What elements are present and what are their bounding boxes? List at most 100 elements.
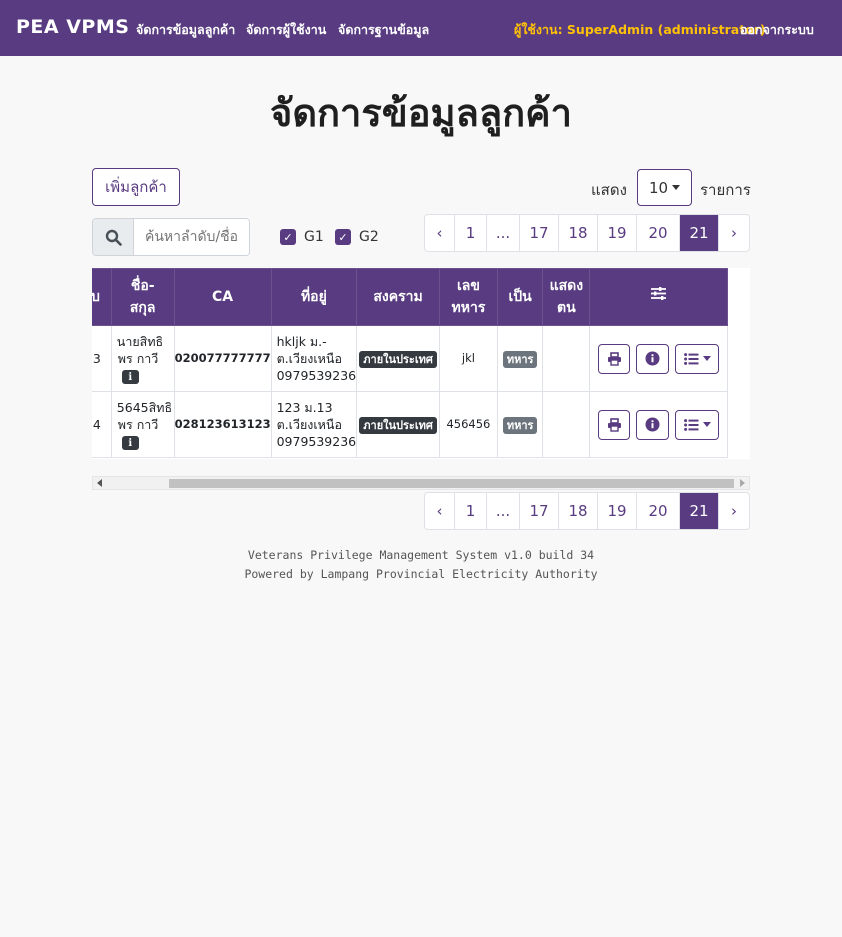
cell-war: ภายในประเทศ <box>356 391 440 458</box>
print-button[interactable] <box>598 409 631 440</box>
col-header-soldier-no: เลข ทหาร <box>438 268 498 326</box>
table-row[interactable]: 13 นายสิทธิ พร กาวี i 020077777777 hkljk… <box>92 325 728 392</box>
printer-icon <box>607 417 621 432</box>
cell-no: 14 <box>92 391 112 458</box>
search-icon <box>93 219 134 255</box>
cell-ca: 020077777777 <box>173 325 272 392</box>
filter-g2-label: G2 <box>359 229 379 245</box>
footer-version: Veterans Privilege Management System v1.… <box>247 548 595 562</box>
col-header-address: ที่อยู่ <box>270 268 358 326</box>
brand-logo[interactable]: PEA VPMS <box>16 16 129 38</box>
add-customer-button[interactable]: เพิ่มลูกค้า <box>92 168 180 206</box>
type-badge: ทหาร <box>502 416 538 434</box>
caret-down-icon <box>672 185 681 190</box>
nav-link-database[interactable]: จัดการฐานข้อมูล <box>338 20 429 40</box>
col-header-name-line1: ชื่อ- <box>130 278 155 294</box>
list-icon <box>683 352 699 365</box>
page-next-button[interactable]: › <box>719 215 749 251</box>
page-ellipsis: ... <box>487 215 520 251</box>
detail-button[interactable] <box>636 409 670 440</box>
filter-g1-checkbox[interactable]: ✓ <box>280 229 296 245</box>
cell-name-line1: 5645สิทธิ <box>116 399 173 415</box>
page-prev-button[interactable]: ‹ <box>425 215 455 251</box>
nav-current-user[interactable]: ผู้ใช้งาน: SuperAdmin (administrator) <box>514 20 766 40</box>
customer-table: ดับ ชื่อ- สกุล CA ที่อยู่ สงคราม เลข ทหา… <box>92 268 728 458</box>
page-link-18[interactable]: 18 <box>559 493 598 529</box>
per-page-select[interactable]: 10 <box>637 169 692 206</box>
cell-show <box>542 325 591 392</box>
page-link-19[interactable]: 19 <box>598 493 637 529</box>
cell-type: ทหาร <box>496 325 544 392</box>
scrollbar-thumb[interactable] <box>169 479 734 488</box>
cell-actions <box>589 391 728 458</box>
per-page-value: 10 <box>648 178 669 197</box>
type-badge: ทหาร <box>502 350 538 368</box>
col-header-show-line2: ตน <box>557 300 576 316</box>
items-label: รายการ <box>700 181 751 199</box>
sliders-icon <box>651 287 667 300</box>
page-link-1[interactable]: 1 <box>455 215 487 251</box>
info-circle-icon <box>645 417 660 432</box>
page-prev-button[interactable]: ‹ <box>425 493 455 529</box>
caret-down-icon <box>702 356 711 361</box>
page-link-21-active[interactable]: 21 <box>680 215 719 251</box>
info-icon[interactable]: i <box>121 370 139 385</box>
page-link-20[interactable]: 20 <box>637 493 680 529</box>
col-header-show-line1: แสดง <box>549 278 584 294</box>
cell-address-line3: 0979539236 <box>276 434 357 449</box>
cell-address-line3: 0979539236 <box>276 368 357 383</box>
col-header-ca: CA <box>173 268 272 326</box>
more-menu-button[interactable] <box>675 409 720 440</box>
cell-name-line2: พร กาวี <box>117 416 159 432</box>
col-header-show: แสดง ตน <box>542 268 591 326</box>
page-link-19[interactable]: 19 <box>598 215 637 251</box>
page-link-20[interactable]: 20 <box>637 215 680 251</box>
col-header-war: สงคราม <box>356 268 440 326</box>
cell-no: 13 <box>92 325 112 392</box>
cell-name-line1: นายสิทธิ <box>116 333 164 349</box>
col-header-name: ชื่อ- สกุล <box>110 268 175 326</box>
cell-name-line2: พร กาวี <box>117 350 159 366</box>
printer-icon <box>607 351 621 366</box>
table-horizontal-scrollbar[interactable] <box>92 476 750 490</box>
nav-link-customers[interactable]: จัดการข้อมูลลูกค้า <box>136 20 235 40</box>
page-next-button[interactable]: › <box>719 493 749 529</box>
cell-address: 123 ม.13 ต.เวียงเหนือ 0979539236 <box>270 391 358 458</box>
col-header-soldier-line2: ทหาร <box>451 300 486 316</box>
list-icon <box>683 418 699 431</box>
page-link-18[interactable]: 18 <box>559 215 598 251</box>
col-header-type: เป็น <box>496 268 544 326</box>
show-label: แสดง <box>591 181 627 199</box>
table-header-row: ดับ ชื่อ- สกุล CA ที่อยู่ สงคราม เลข ทหา… <box>92 268 728 326</box>
nav-link-users[interactable]: จัดการผู้ใช้งาน <box>246 20 326 40</box>
page-link-21-active[interactable]: 21 <box>680 493 719 529</box>
search-input[interactable] <box>134 219 249 255</box>
war-badge: ภายในประเทศ <box>359 350 437 368</box>
filter-g2-checkbox[interactable]: ✓ <box>335 229 351 245</box>
cell-address-line1: hkljk ม.- <box>276 334 327 349</box>
print-button[interactable] <box>598 343 631 374</box>
page-link-17[interactable]: 17 <box>520 493 559 529</box>
nav-logout-link[interactable]: ออกจากระบบ <box>740 20 814 40</box>
scroll-left-arrow-icon[interactable] <box>97 479 102 487</box>
customer-table-container: ดับ ชื่อ- สกุล CA ที่อยู่ สงคราม เลข ทหา… <box>92 268 750 459</box>
col-header-name-line2: สกุล <box>129 300 156 316</box>
scroll-right-arrow-icon[interactable] <box>740 479 745 487</box>
page-link-17[interactable]: 17 <box>520 215 559 251</box>
page-link-1[interactable]: 1 <box>455 493 487 529</box>
detail-button[interactable] <box>636 343 670 374</box>
table-row[interactable]: 14 5645สิทธิ พร กาวี i 028123613123 123 … <box>92 391 728 458</box>
pagination-bottom: ‹ 1 ... 17 18 19 20 21 › <box>424 492 750 530</box>
filter-g1-label: G1 <box>304 229 324 245</box>
footer-powered-by: Powered by Lampang Provincial Electricit… <box>244 567 598 581</box>
page-title: จัดการข้อมูลลูกค้า <box>270 91 572 135</box>
top-navbar: PEA VPMS จัดการข้อมูลลูกค้า จัดการผู้ใช้… <box>0 0 842 56</box>
col-header-no: ดับ <box>92 268 112 326</box>
col-header-settings[interactable] <box>589 268 728 326</box>
info-icon[interactable]: i <box>121 436 139 451</box>
caret-down-icon <box>702 422 711 427</box>
more-menu-button[interactable] <box>675 343 720 374</box>
page-ellipsis: ... <box>487 493 520 529</box>
search-group <box>92 218 250 256</box>
cell-war: ภายในประเทศ <box>356 325 440 392</box>
